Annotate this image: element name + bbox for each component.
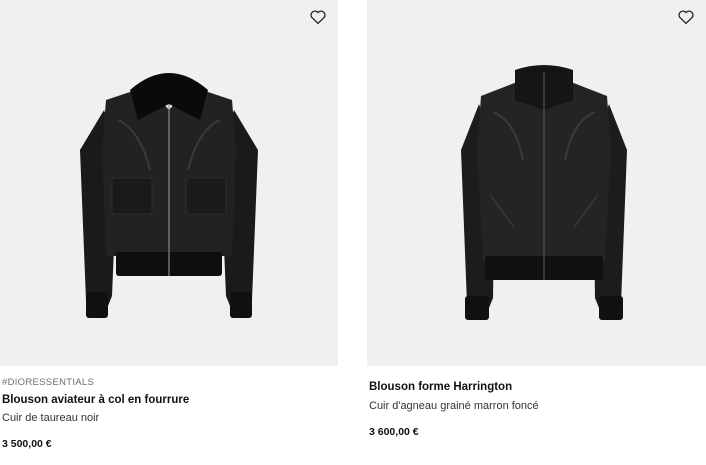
product-description: Cuir de taureau noir <box>2 412 100 424</box>
product-info: #DIORESSENTIALS Blouson aviateur à col e… <box>2 377 336 451</box>
harrington-jacket-image <box>461 65 627 320</box>
product-image-area[interactable] <box>367 0 706 366</box>
product-name[interactable]: Blouson forme Harrington <box>369 380 704 395</box>
product-info: Blouson forme Harrington Cuir d'agneau g… <box>369 380 704 439</box>
heart-icon[interactable] <box>677 8 695 26</box>
product-image-area[interactable] <box>0 0 338 366</box>
product-price: 3 600,00 € <box>369 426 419 438</box>
product-grid: #DIORESSENTIALS Blouson aviateur à col e… <box>0 0 706 465</box>
product-name[interactable]: Blouson aviateur à col en fourrure <box>2 393 336 408</box>
product-price: 3 500,00 € <box>2 438 52 450</box>
product-card-harrington[interactable]: Blouson forme Harrington Cuir d'agneau g… <box>367 0 706 438</box>
product-tag[interactable]: #DIORESSENTIALS <box>2 377 336 389</box>
product-description: Cuir d'agneau grainé marron foncé <box>369 400 539 412</box>
heart-icon[interactable] <box>309 8 327 26</box>
product-card-aviator[interactable]: #DIORESSENTIALS Blouson aviateur à col e… <box>0 0 338 450</box>
aviator-jacket-image <box>80 73 258 318</box>
